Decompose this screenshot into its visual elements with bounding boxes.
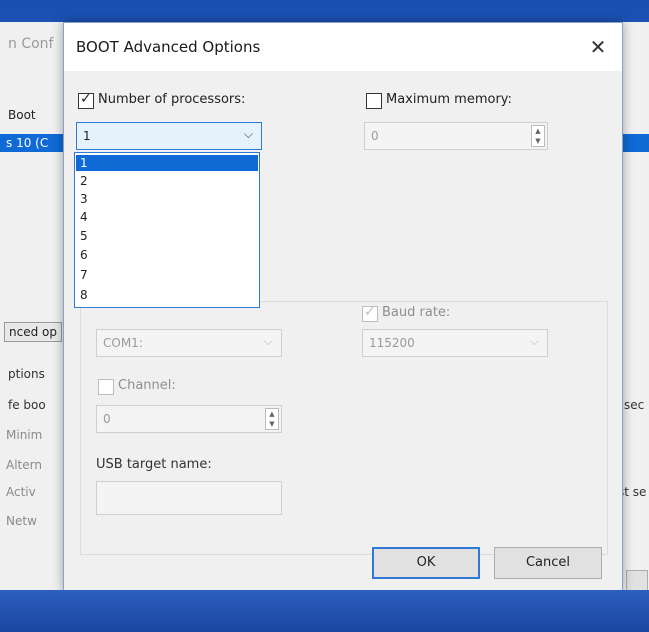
usb-target-label: USB target name: [96, 457, 212, 472]
chevron-down-icon: ⌵ [529, 334, 539, 348]
dropdown-option-8[interactable]: 8 [76, 287, 258, 303]
max-memory-value: 0 [371, 129, 379, 143]
max-memory-spinner[interactable]: 0 ▲ ▼ [364, 122, 548, 150]
channel-spin-buttons[interactable]: ▲ ▼ [265, 408, 279, 430]
bg-radio-network[interactable]: Netw [6, 514, 37, 528]
max-memory-spin-buttons[interactable]: ▲ ▼ [531, 125, 545, 147]
channel-checkbox[interactable] [98, 379, 114, 395]
num-processors-label: Number of processors: [98, 92, 246, 107]
dropdown-option-7[interactable]: 7 [76, 267, 258, 283]
ok-button[interactable]: OK [372, 547, 480, 579]
num-processors-checkbox[interactable] [78, 91, 94, 109]
bg-timeout-text: sec [624, 398, 645, 412]
bg-radio-alternate[interactable]: Altern [6, 458, 42, 472]
baud-rate-checkbox[interactable] [362, 304, 378, 322]
bg-boot-options-label: ptions [8, 367, 45, 381]
channel-spinner[interactable]: 0 ▲ ▼ [96, 405, 282, 433]
spin-down-icon[interactable]: ▼ [266, 419, 278, 429]
channel-label: Channel: [118, 378, 176, 393]
dropdown-option-3[interactable]: 3 [76, 191, 258, 207]
num-processors-dropdown-list[interactable]: 1 2 3 4 5 6 7 8 [74, 152, 260, 308]
max-memory-label: Maximum memory: [386, 92, 512, 107]
dialog-body: Number of processors: 1 ⌵ Maximum memory… [64, 71, 622, 591]
channel-value: 0 [103, 412, 111, 426]
taskbar [0, 590, 649, 632]
close-icon[interactable]: ✕ [584, 33, 612, 61]
dropdown-option-5[interactable]: 5 [76, 228, 258, 244]
chevron-down-icon: ⌵ [263, 334, 273, 348]
num-processors-value: 1 [83, 129, 91, 143]
bg-radio-minimal[interactable]: Minim [6, 428, 42, 442]
baud-rate-value: 115200 [369, 336, 415, 350]
dialog-titlebar[interactable]: BOOT Advanced Options ✕ [64, 23, 622, 71]
debug-port-value: COM1: [103, 336, 143, 350]
bg-radio-active[interactable]: Activ [6, 485, 36, 499]
max-memory-checkbox[interactable] [366, 93, 382, 109]
bg-advanced-options-button[interactable]: nced op [4, 322, 62, 342]
cancel-button[interactable]: Cancel [494, 547, 602, 579]
spin-down-icon[interactable]: ▼ [532, 136, 544, 146]
usb-target-input[interactable] [96, 481, 282, 515]
bg-selected-entry: s 10 (C [6, 136, 49, 150]
bg-safe-boot-checkbox[interactable]: fe boo [8, 398, 46, 412]
baud-rate-combo[interactable]: 115200 ⌵ [362, 329, 548, 357]
debug-port-combo[interactable]: COM1: ⌵ [96, 329, 282, 357]
dropdown-option-4[interactable]: 4 [76, 209, 258, 225]
dialog-title: BOOT Advanced Options [76, 38, 261, 56]
dropdown-option-1[interactable]: 1 [76, 155, 258, 171]
num-processors-combo[interactable]: 1 ⌵ [76, 122, 262, 150]
spin-up-icon[interactable]: ▲ [266, 409, 278, 419]
dropdown-option-2[interactable]: 2 [76, 173, 258, 189]
baud-rate-label: Baud rate: [382, 305, 451, 320]
bg-tab-boot[interactable]: Boot [8, 108, 36, 122]
dropdown-option-6[interactable]: 6 [76, 247, 258, 263]
chevron-down-icon: ⌵ [243, 127, 253, 141]
spin-up-icon[interactable]: ▲ [532, 126, 544, 136]
bg-window-title: n Conf [8, 36, 54, 52]
